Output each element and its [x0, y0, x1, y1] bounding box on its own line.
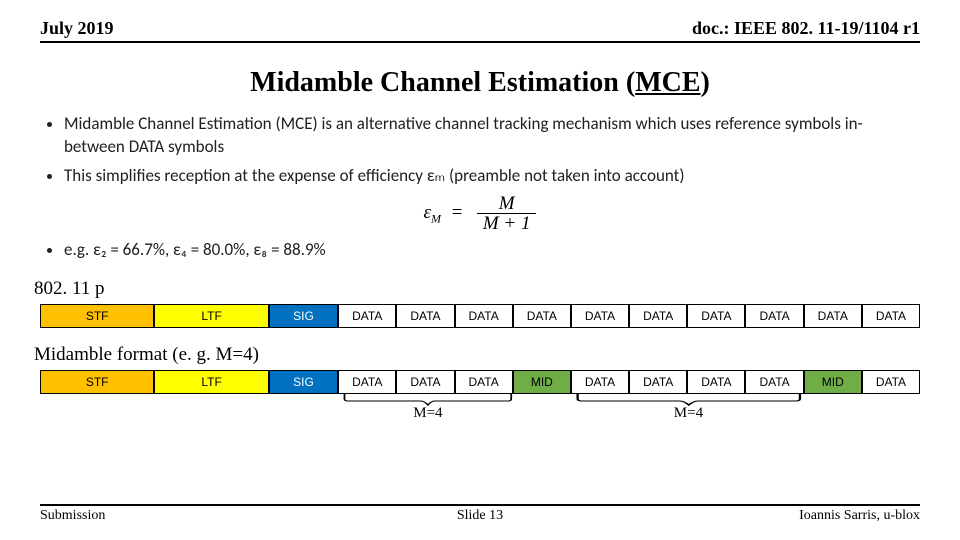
footer: Submission Slide 13 Ioannis Sarris, u-bl… [40, 504, 920, 524]
bullet-item: e.g. ε₂ = 66.7%, ε₄ = 80.0%, ε₈ = 88.9% [64, 239, 920, 262]
eq-fraction: M M + 1 [477, 194, 537, 233]
title-post: ) [701, 67, 710, 98]
field-data: DATA [629, 370, 687, 394]
field-data: DATA [629, 304, 687, 328]
field-data: DATA [455, 304, 513, 328]
bracket-row: M=4 M=4 [40, 393, 920, 419]
field-data: DATA [513, 304, 571, 328]
title-underline: MCE [635, 67, 700, 98]
field-mid: MID [804, 370, 862, 394]
page-title: Midamble Channel Estimation (MCE) [40, 67, 920, 99]
field-mid: MID [513, 370, 571, 394]
eq-numerator: M [477, 194, 537, 214]
frame-row-80211p: STF LTF SIG DATA DATA DATA DATA DATA DAT… [40, 304, 920, 328]
bracket-label: M=4 [341, 405, 515, 422]
field-data: DATA [862, 304, 920, 328]
field-data: DATA [455, 370, 513, 394]
field-data: DATA [687, 370, 745, 394]
field-stf: STF [40, 304, 154, 328]
header-date: July 2019 [40, 18, 114, 39]
eq-denominator: M + 1 [477, 214, 537, 233]
footer-center: Slide 13 [40, 508, 920, 524]
header-doc: doc.: IEEE 802. 11-19/1104 r1 [692, 18, 920, 39]
bracket-m4-left: M=4 [341, 393, 515, 419]
eq-subscript: M [431, 211, 441, 225]
header: July 2019 doc.: IEEE 802. 11-19/1104 r1 [40, 18, 920, 43]
field-stf: STF [40, 370, 154, 394]
bullet-item: Midamble Channel Estimation (MCE) is an … [64, 113, 920, 159]
field-sig: SIG [269, 370, 338, 394]
title-pre: Midamble Channel Estimation ( [250, 67, 635, 98]
equation: εM = M M + 1 [40, 194, 920, 233]
eq-symbol: ε [424, 202, 432, 223]
field-ltf: LTF [154, 370, 268, 394]
field-data: DATA [745, 370, 803, 394]
section-label-midamble: Midamble format (e. g. M=4) [34, 344, 920, 366]
field-sig: SIG [269, 304, 338, 328]
field-data: DATA [396, 304, 454, 328]
frame-row-midamble: STF LTF SIG DATA DATA DATA MID DATA DATA… [40, 370, 920, 394]
field-data: DATA [804, 304, 862, 328]
field-data: DATA [571, 370, 629, 394]
field-data: DATA [687, 304, 745, 328]
section-label-80211p: 802. 11 p [34, 278, 920, 300]
field-data: DATA [338, 370, 396, 394]
field-data: DATA [571, 304, 629, 328]
field-data: DATA [862, 370, 920, 394]
bullet-list: e.g. ε₂ = 66.7%, ε₄ = 80.0%, ε₈ = 88.9% [64, 239, 920, 262]
field-data: DATA [338, 304, 396, 328]
bracket-m4-right: M=4 [573, 393, 805, 419]
field-data: DATA [396, 370, 454, 394]
field-data: DATA [745, 304, 803, 328]
bullet-item: This simplifies reception at the expense… [64, 165, 920, 188]
bullet-list: Midamble Channel Estimation (MCE) is an … [64, 113, 920, 188]
bracket-label: M=4 [573, 405, 805, 422]
field-ltf: LTF [154, 304, 268, 328]
